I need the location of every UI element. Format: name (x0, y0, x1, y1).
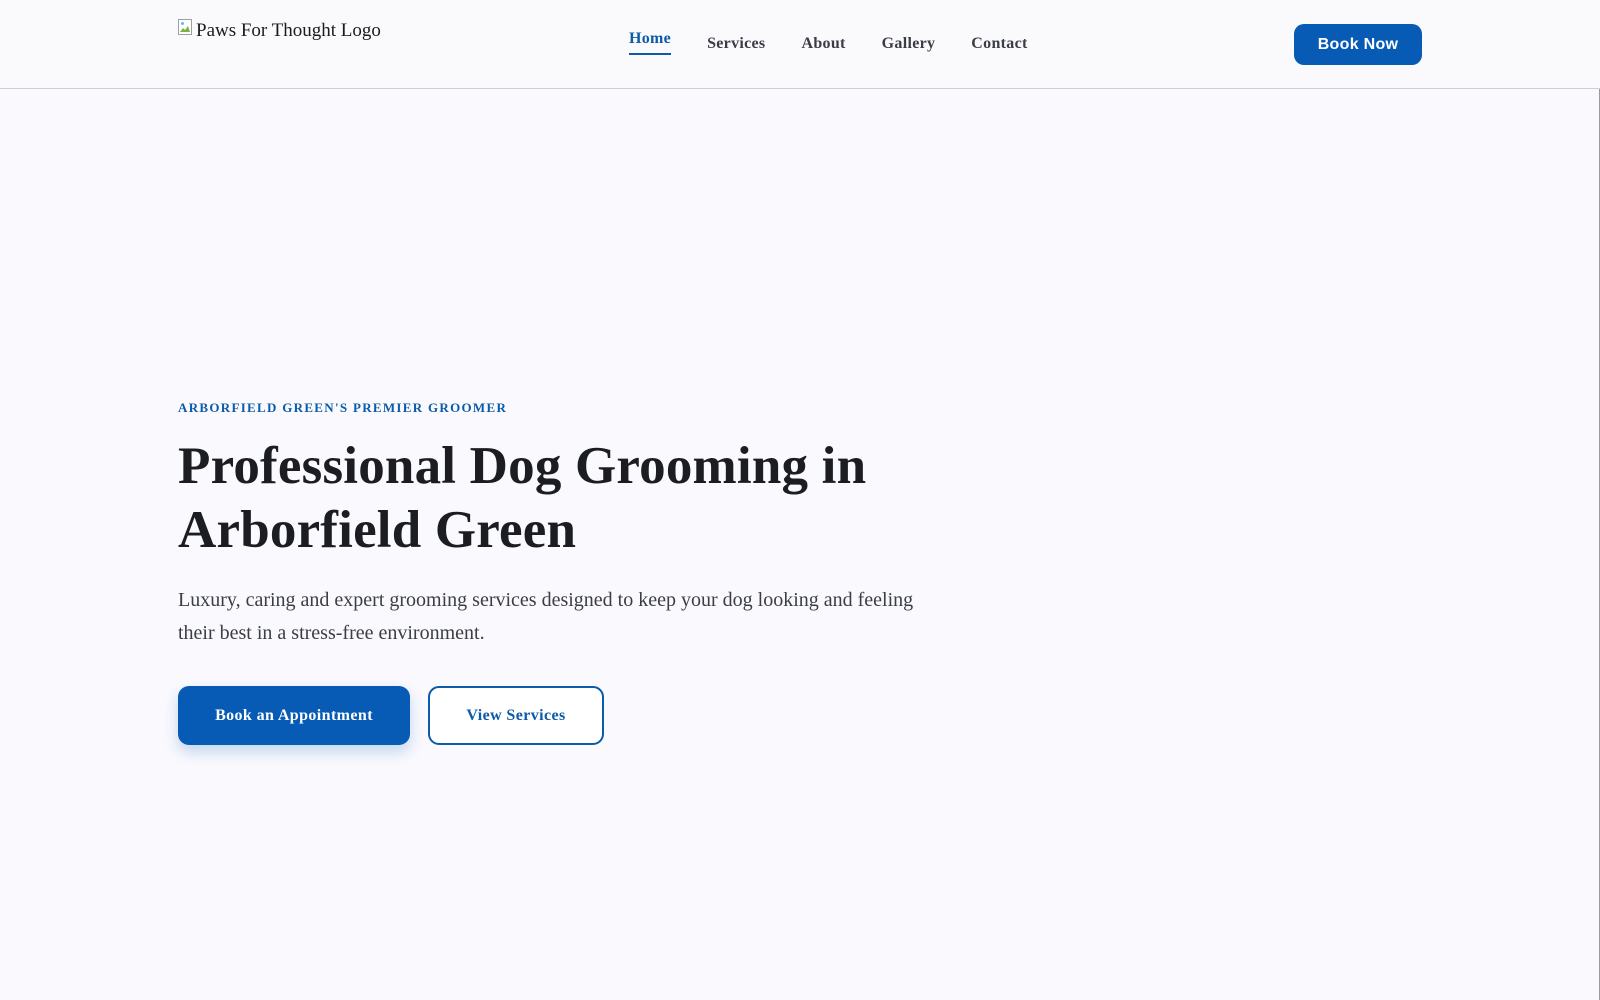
hero-title-line-1: Professional Dog Grooming in (178, 437, 867, 495)
nav-home[interactable]: Home (629, 27, 672, 55)
hero-subtitle-line-1: Luxury, caring and expert grooming servi… (178, 589, 914, 611)
logo-alt-text: Paws For Thought Logo (196, 20, 381, 41)
nav-contact[interactable]: Contact (971, 30, 1027, 62)
logo-link[interactable]: Paws For Thought Logo (178, 18, 381, 44)
nav-about[interactable]: About (801, 30, 845, 62)
hero-title-line-2: Arborfield Green (178, 501, 577, 559)
hero-actions: Book an Appointment View Services (178, 686, 604, 745)
top-navbar: Paws For Thought Logo Home Services Abou… (0, 0, 1600, 89)
hero-subtitle-line-2: their best in a stress-free environment. (178, 622, 485, 644)
nav-services[interactable]: Services (707, 30, 765, 62)
hero-subtitle: Luxury, caring and expert grooming servi… (178, 584, 938, 650)
book-appointment-button[interactable]: Book an Appointment (178, 686, 410, 745)
hero-eyebrow: ARBORFIELD GREEN'S PREMIER GROOMER (178, 400, 508, 415)
view-services-button[interactable]: View Services (428, 686, 604, 745)
broken-image-icon (178, 19, 194, 35)
hero-section: ARBORFIELD GREEN'S PREMIER GROOMER Profe… (178, 400, 958, 650)
book-now-button[interactable]: Book Now (1294, 24, 1422, 65)
hero-title: Professional Dog Grooming in Arborfield … (178, 434, 958, 562)
page: Paws For Thought Logo Home Services Abou… (0, 0, 1600, 1000)
nav-gallery[interactable]: Gallery (882, 30, 936, 62)
main-navigation: Home Services About Gallery Contact (629, 30, 1028, 62)
